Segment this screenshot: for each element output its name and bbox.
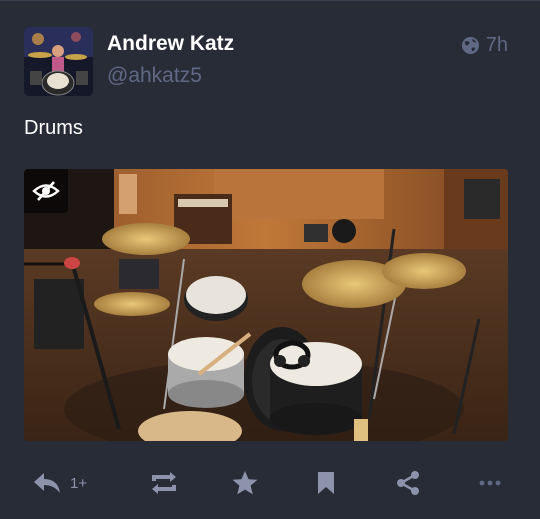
globe-icon [461, 36, 479, 55]
media-attachment[interactable] [24, 169, 508, 441]
status-content: Drums [24, 117, 83, 139]
display-name[interactable]: Andrew Katz [107, 32, 234, 56]
star-icon [232, 471, 258, 495]
bookmark-button[interactable] [316, 466, 336, 500]
bookmark-icon [318, 472, 334, 494]
share-button[interactable] [395, 466, 421, 500]
timestamp-label: 7h [485, 34, 508, 56]
account-handle[interactable]: @ahkatz5 [107, 64, 202, 88]
eye-slash-icon [32, 181, 60, 201]
status-timestamp[interactable]: 7h [461, 34, 508, 57]
reply-count: 1+ [70, 474, 88, 492]
divider [0, 0, 540, 1]
reply-icon [34, 473, 60, 493]
share-icon [397, 471, 419, 495]
drum-kit-photo [24, 169, 508, 441]
avatar-image [24, 27, 93, 96]
more-button[interactable] [479, 466, 501, 500]
favourite-button[interactable] [231, 466, 259, 500]
boost-button[interactable] [148, 466, 180, 500]
status-action-bar: 1+ [24, 466, 508, 500]
reply-button[interactable]: 1+ [32, 466, 87, 500]
ellipsis-icon [479, 480, 501, 486]
avatar[interactable] [24, 27, 93, 96]
retweet-icon [152, 472, 176, 494]
hide-media-button[interactable] [24, 169, 68, 213]
